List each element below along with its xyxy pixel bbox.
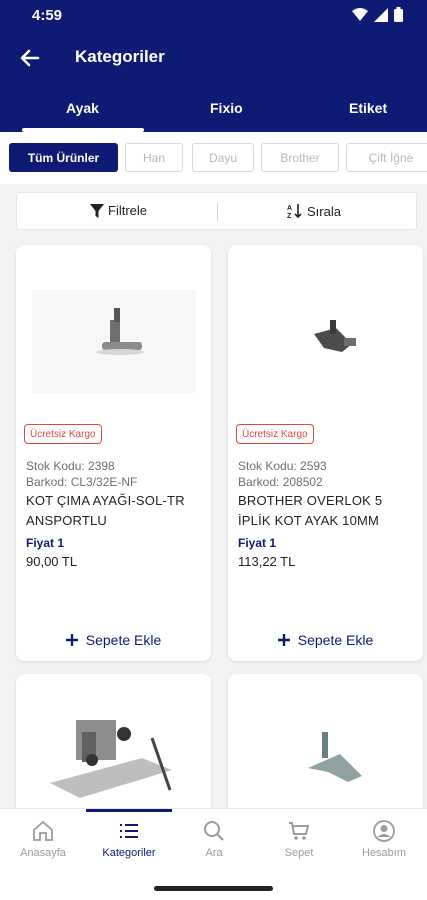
filter-chips: Tüm Ürünler Han Dayu Brother Çift İğne — [0, 132, 427, 184]
account-icon — [373, 820, 395, 842]
search-icon — [204, 821, 224, 841]
nav-label: Hesabım — [361, 847, 407, 859]
nav-item-account[interactable]: Hesabım — [341, 819, 427, 859]
app-bar: 4:59 Kategoriler Ayak Fixio Etiket — [0, 0, 427, 132]
filter-label: Filtrele — [108, 203, 148, 218]
stock-code: Stok Kodu: 2593 — [238, 459, 327, 473]
chip-han[interactable]: Han — [125, 143, 183, 172]
cart-icon — [289, 822, 310, 840]
barcode: Barkod: CL3/32E-NF — [26, 475, 138, 489]
sort-button[interactable]: A Z Sırala — [287, 203, 341, 220]
chip-brother[interactable]: Brother — [261, 143, 339, 172]
back-arrow-icon[interactable] — [16, 44, 44, 72]
chip-cift-igne[interactable]: Çift İğne — [346, 143, 427, 172]
category-tabs: Ayak Fixio Etiket — [0, 92, 427, 132]
signal-icon — [374, 7, 388, 22]
svg-text:A: A — [287, 205, 292, 212]
nav-item-search[interactable]: Ara — [171, 819, 257, 859]
nav-label: Ara — [205, 847, 223, 859]
home-icon — [33, 820, 53, 841]
gesture-bar[interactable] — [154, 886, 273, 891]
page-title: Kategoriler — [75, 47, 165, 66]
price-label: Fiyat 1 — [26, 536, 65, 550]
tab-etiket[interactable]: Etiket — [349, 100, 387, 116]
product-name: BROTHER OVERLOK 5 İPLİK KOT AYAK 10MM — [238, 493, 383, 528]
add-to-cart-label: Sepete Ekle — [297, 632, 374, 648]
chip-all-products[interactable]: Tüm Ürünler — [9, 143, 118, 172]
add-to-cart-button[interactable]: Sepete Ekle — [228, 629, 423, 651]
price-label: Fiyat 1 — [238, 536, 277, 550]
gesture-area — [0, 878, 427, 900]
product-price: 113,22 TL — [238, 554, 296, 569]
product-card[interactable]: Ücretsiz Kargo Stok Kodu: 2593 Barkod: 2… — [228, 245, 423, 661]
nav-item-home[interactable]: Anasayfa — [0, 819, 86, 859]
product-name: KOT ÇIMA AYAĞI-SOL-TR ANSPORTLU — [26, 493, 185, 528]
free-shipping-badge: Ücretsiz Kargo — [236, 424, 314, 444]
tab-ayak[interactable]: Ayak — [66, 100, 99, 116]
filter-button[interactable]: Filtrele — [90, 203, 147, 218]
sort-icon: A Z — [287, 204, 302, 219]
plus-icon — [65, 634, 78, 646]
add-to-cart-button[interactable]: Sepete Ekle — [16, 629, 211, 651]
list-icon — [120, 824, 138, 838]
sort-label: Sırala — [307, 203, 341, 219]
nav-label: Anasayfa — [20, 847, 66, 859]
free-shipping-badge: Ücretsiz Kargo — [24, 424, 102, 444]
battery-icon — [394, 7, 403, 22]
product-image — [244, 290, 423, 393]
barcode: Barkod: 208502 — [238, 475, 323, 489]
nav-item-cart[interactable]: Sepet — [256, 819, 342, 859]
tab-fixio[interactable]: Fixio — [210, 100, 243, 116]
wifi-icon — [352, 7, 368, 21]
svg-text:Z: Z — [287, 213, 292, 219]
product-image — [244, 698, 422, 808]
stock-code: Stok Kodu: 2398 — [26, 459, 115, 473]
filter-icon — [90, 203, 104, 218]
chip-dayu[interactable]: Dayu — [192, 143, 254, 172]
product-image — [32, 698, 196, 808]
bottom-navigation: Anasayfa Kategoriler Ara Sepet Hesabım — [0, 808, 427, 878]
add-to-cart-label: Sepete Ekle — [85, 632, 162, 648]
nav-active-indicator — [86, 809, 172, 812]
divider — [217, 203, 218, 221]
status-bar: 4:59 — [0, 0, 427, 32]
plus-icon — [277, 634, 290, 646]
status-icons — [352, 7, 403, 22]
filter-sort-bar: Filtrele A Z Sırala — [16, 192, 417, 230]
nav-item-categories[interactable]: Kategoriler — [86, 819, 172, 859]
product-image — [32, 290, 196, 393]
product-price: 90,00 TL — [26, 554, 78, 569]
product-card[interactable]: Ücretsiz Kargo Stok Kodu: 2398 Barkod: C… — [16, 245, 211, 661]
nav-label: Sepet — [284, 847, 314, 859]
status-time: 4:59 — [32, 7, 63, 24]
nav-label: Kategoriler — [102, 847, 156, 859]
